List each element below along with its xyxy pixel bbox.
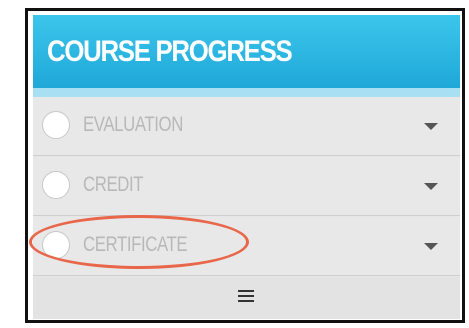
radio-circle-icon[interactable] xyxy=(42,231,70,259)
caret-down-icon[interactable] xyxy=(424,183,438,190)
radio-circle-icon[interactable] xyxy=(42,171,70,199)
progress-row-label: CERTIFICATE xyxy=(83,233,188,256)
progress-row-evaluation[interactable]: EVALUATION xyxy=(33,97,460,156)
panel-footer xyxy=(33,277,460,319)
caret-down-icon[interactable] xyxy=(424,123,438,130)
menu-bar xyxy=(238,290,254,292)
radio-circle-icon[interactable] xyxy=(42,111,70,139)
menu-bar xyxy=(238,295,254,297)
screenshot-frame: COURSE PROGRESS EVALUATION CREDIT CERTIF… xyxy=(25,8,465,323)
progress-row-certificate[interactable]: CERTIFICATE xyxy=(33,217,460,276)
progress-row-label: EVALUATION xyxy=(83,113,183,136)
progress-row-label: CREDIT xyxy=(83,173,144,196)
hamburger-menu-icon[interactable] xyxy=(238,289,254,303)
panel-title: COURSE PROGRESS xyxy=(47,35,293,68)
progress-row-credit[interactable]: CREDIT xyxy=(33,157,460,216)
panel-header: COURSE PROGRESS xyxy=(33,15,460,97)
course-progress-panel: COURSE PROGRESS EVALUATION CREDIT CERTIF… xyxy=(33,15,460,319)
caret-down-icon[interactable] xyxy=(424,243,438,250)
menu-bar xyxy=(238,300,254,302)
